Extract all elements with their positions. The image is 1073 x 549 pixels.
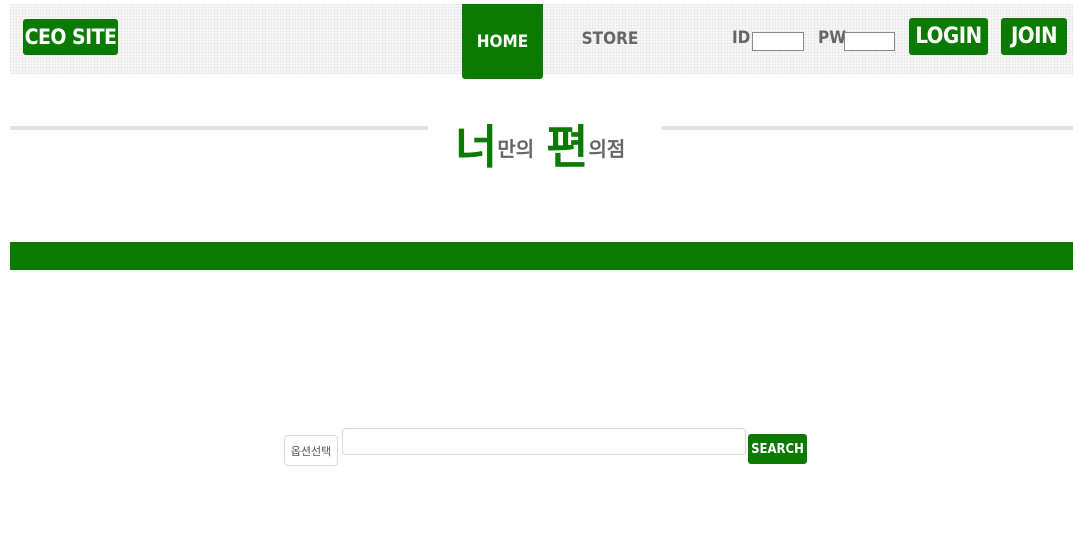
join-button[interactable]: JOIN [1001,18,1067,55]
id-input[interactable] [752,32,804,51]
search-input[interactable] [342,428,746,455]
nav-home-tab[interactable]: HOME [462,4,543,79]
green-banner [10,242,1073,270]
logo-char-2: 편 [546,120,589,174]
logo-text-2: 의점 [588,137,626,161]
pw-input[interactable] [844,32,895,51]
site-logo: 너 만의 편 의점 [455,100,625,170]
divider-left [10,126,428,130]
login-button[interactable]: LOGIN [909,18,988,55]
option-select[interactable]: 옵션선택 [284,435,338,466]
divider-right [662,126,1073,130]
logo-char-1: 너 [455,120,498,174]
ceo-site-button[interactable]: CEO SITE [23,19,118,55]
search-button[interactable]: SEARCH [748,434,807,464]
logo-text-1: 만의 [497,137,535,161]
nav-store-tab[interactable]: STORE [580,24,640,54]
